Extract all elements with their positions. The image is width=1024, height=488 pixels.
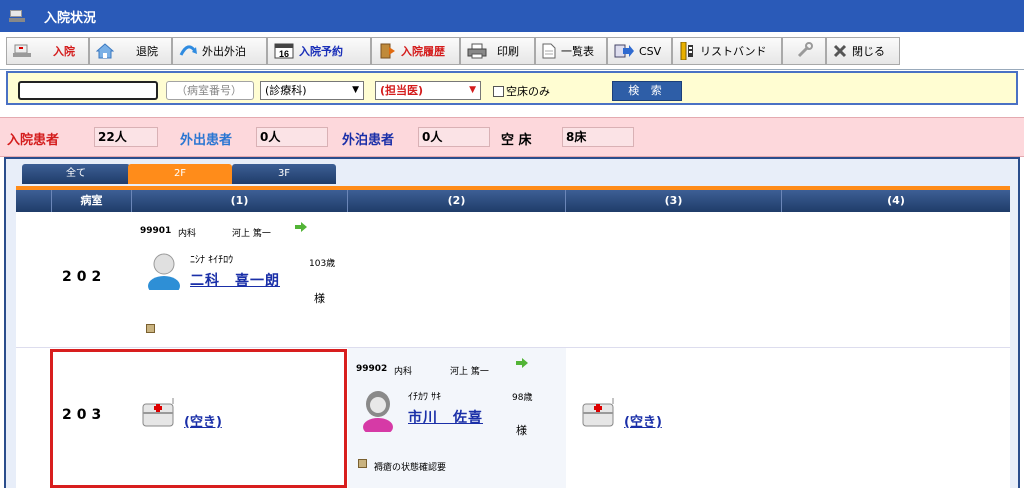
calendar-icon: 16 [274,43,294,59]
title-bar: 入院状況 [0,0,1024,32]
document-icon [542,43,556,59]
outing-icon [179,43,197,59]
column-bed-1: (1) [132,190,348,212]
empty-beds-label: 空 床 [501,133,532,148]
close-icon [833,44,847,58]
patient-id: 99901 [140,226,172,236]
male-avatar-icon [148,253,180,290]
patient-id: 99902 [356,364,388,374]
history-button[interactable]: 入院履歴 [371,37,460,65]
bed-cell-empty[interactable]: (空き) [132,348,348,488]
patient-kana: ﾆｼﾅ ｷｲﾁﾛｳ [190,255,234,266]
column-bed-4: (4) [887,194,905,207]
department: 内科 [394,367,413,377]
bed-cell[interactable]: 99902 内科 河上 篤一 ｲﾁｶﾜ ｻｷ 98歳 市川 佐喜 様 褥瘡の状態… [348,348,566,488]
doctor-select[interactable]: (担当医) ▼ [375,81,481,100]
list-button[interactable]: 一覧表 [535,37,607,65]
table-row: 202 99901 内科 河上 篤一 ﾆｼﾅ ｷｲﾁﾛｳ 103歳 二科 喜一朗… [16,212,1010,348]
tab-3f[interactable]: 3F [232,164,336,184]
table-row: 203 (空き) 99902 内科 河上 篤一 ｲﾁｶﾜ ｻｷ 98歳 市川 佐… [16,348,1010,488]
room-number: 203 [62,407,107,423]
room-number: 202 [62,269,107,285]
overnight-label: 外泊患者 [342,133,395,148]
close-button[interactable]: 閉じる [826,37,900,65]
chevron-down-icon: ▼ [469,85,476,95]
empty-bed-link[interactable]: (空き) [624,411,662,430]
empty-only-label: 空床のみ [506,85,550,98]
search-button[interactable]: 検 索 [612,81,682,101]
tab-all[interactable]: 全て [22,164,130,184]
bed-cell[interactable]: 99901 内科 河上 篤一 ﾆｼﾅ ｷｲﾁﾛｳ 103歳 二科 喜一朗 様 [132,212,348,347]
patient-kana: ｲﾁｶﾜ ｻｷ [408,392,442,403]
wrench-icon [795,42,813,60]
chevron-down-icon: ▼ [352,85,359,95]
female-avatar-icon [363,391,393,432]
empty-bed-icon [142,398,174,427]
honorific: 様 [314,292,325,305]
empty-only-checkbox[interactable]: 空床のみ [493,83,550,99]
inpatients-value: 22人 [94,127,158,147]
table-header: 病室 (1) (2) (3) (4) [16,186,1010,212]
memo-icon[interactable] [358,459,367,468]
window-title: 入院状況 [44,10,97,26]
settings-button[interactable] [782,37,826,65]
discharge-button[interactable]: 退院 [89,37,172,65]
empty-bed-link[interactable]: (空き) [184,411,222,430]
empty-beds-value: 8床 [562,127,634,147]
printer-icon [467,43,487,59]
patient-name-link[interactable]: 市川 佐喜 [408,407,483,427]
arrow-right-icon[interactable] [516,358,528,368]
csv-button[interactable]: CSV [607,37,672,65]
ward-panel: 全て 2F 3F 病室 (1) (2) (3) (4) 202 99901 内科… [4,157,1020,488]
column-bed-3: (3) [566,190,782,212]
overnight-value: 0人 [418,127,490,147]
admission-button[interactable]: 入院 [6,37,89,65]
bed-cell-empty[interactable]: (空き) [566,348,782,488]
department-select[interactable]: (診療科) ▼ [260,81,364,100]
column-room: 病室 [52,190,132,212]
honorific: 様 [516,424,527,437]
column-bed-2: (2) [348,190,566,212]
checkbox-box[interactable] [493,85,504,97]
patient-age: 103歳 [309,259,336,269]
print-button[interactable]: 印刷 [460,37,535,65]
patient-memo: 褥瘡の状態確認要 [374,463,447,473]
department-select-value: (診療科) [265,84,307,97]
tab-2f[interactable]: 2F [128,164,232,184]
wristband-icon [679,41,695,61]
outing-label: 外出患者 [180,133,233,148]
reservation-button[interactable]: 16 入院予約 [267,37,371,65]
search-bar: （病室番号） (診療科) ▼ (担当医) ▼ 空床のみ 検 索 [6,71,1018,105]
inpatients-label: 入院患者 [7,133,60,148]
arrow-right-icon[interactable] [295,222,307,232]
export-icon [614,43,634,59]
department: 内科 [178,229,197,239]
svg-text:16: 16 [279,49,289,59]
outing-button[interactable]: 外出外泊 [172,37,267,65]
doctor-select-value: (担当医) [380,84,424,97]
bed-icon [9,9,25,23]
stats-bar: 入院患者 22人 外出患者 0人 外泊患者 0人 空 床 8床 [0,117,1024,157]
bed-cell-blank [782,348,1010,488]
doctor: 河上 篤一 [450,367,489,377]
admission-icon [13,43,31,59]
empty-bed-icon [582,398,614,427]
history-icon [378,43,396,59]
home-icon [95,43,115,59]
memo-icon[interactable] [146,324,155,333]
outing-value: 0人 [256,127,328,147]
room-number-hint: （病室番号） [166,81,254,100]
wristband-button[interactable]: リストバンド [672,37,782,65]
patient-name-link[interactable]: 二科 喜一朗 [190,270,280,290]
toolbar: 入院 退院 外出外泊 16 入院予約 入院履歴 印刷 一覧表 CSV リストバン… [0,32,1024,70]
patient-age: 98歳 [512,393,533,403]
room-number-input[interactable] [18,81,158,100]
doctor: 河上 篤一 [232,229,271,239]
